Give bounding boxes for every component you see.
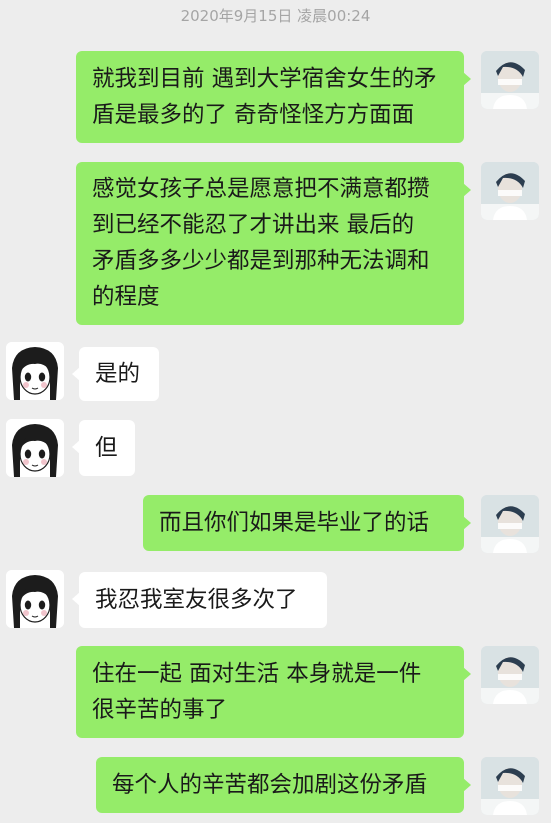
my-avatar[interactable] <box>481 495 539 553</box>
boy-avatar-icon <box>481 495 539 553</box>
message-text-line: 的程度 <box>92 284 160 310</box>
boy-avatar-icon <box>481 757 539 815</box>
message-bubble-sent[interactable]: 每个人的辛苦都会加剧这份矛盾 <box>96 757 471 813</box>
message-text-line: 我忍我室友很多次了 <box>95 587 298 613</box>
message-text-line: 矛盾多多少少都是到那种无法调和 <box>92 248 430 274</box>
message-bubble-sent[interactable]: 感觉女孩子总是愿意把不满意都攒 到已经不能忍了才讲出来 最后的 矛盾多多少少都是… <box>76 162 471 325</box>
message-bubble-sent[interactable]: 就我到目前 遇到大学宿舍女生的矛 盾是最多的了 奇奇怪怪方方面面 <box>76 51 471 143</box>
message-bubble-received[interactable]: 是的 <box>72 347 159 401</box>
my-avatar[interactable] <box>481 51 539 109</box>
message-text-line: 就我到目前 遇到大学宿舍女生的矛 <box>92 66 437 92</box>
contact-avatar[interactable] <box>6 419 64 477</box>
manga-girl-avatar-icon <box>6 419 64 477</box>
my-avatar[interactable] <box>481 646 539 704</box>
my-avatar[interactable] <box>481 162 539 220</box>
message-text-line: 但 <box>95 435 118 461</box>
message-bubble-received[interactable]: 我忍我室友很多次了 <box>72 572 327 628</box>
manga-girl-avatar-icon <box>6 342 64 400</box>
chat-timestamp: 2020年9月15日 凌晨00:24 <box>180 7 371 25</box>
contact-avatar[interactable] <box>6 342 64 400</box>
message-text-line: 感觉女孩子总是愿意把不满意都攒 <box>92 176 430 202</box>
manga-girl-avatar-icon <box>6 570 64 628</box>
message-bubble-sent[interactable]: 而且你们如果是毕业了的话 <box>143 495 471 551</box>
message-text-line: 盾是最多的了 奇奇怪怪方方面面 <box>92 102 415 128</box>
my-avatar[interactable] <box>481 757 539 815</box>
boy-avatar-icon <box>481 162 539 220</box>
contact-avatar[interactable] <box>6 570 64 628</box>
message-text-line: 而且你们如果是毕业了的话 <box>159 510 430 536</box>
message-text-line: 是的 <box>95 361 141 387</box>
boy-avatar-icon <box>481 51 539 109</box>
message-text-line: 很辛苦的事了 <box>92 697 228 723</box>
message-text-line: 住在一起 面对生活 本身就是一件 <box>92 661 422 687</box>
message-text-line: 到已经不能忍了才讲出来 最后的 <box>92 212 415 238</box>
message-bubble-sent[interactable]: 住在一起 面对生活 本身就是一件 很辛苦的事了 <box>76 646 471 738</box>
boy-avatar-icon <box>481 646 539 704</box>
message-text-line: 每个人的辛苦都会加剧这份矛盾 <box>112 772 428 798</box>
message-bubble-received[interactable]: 但 <box>72 420 135 476</box>
